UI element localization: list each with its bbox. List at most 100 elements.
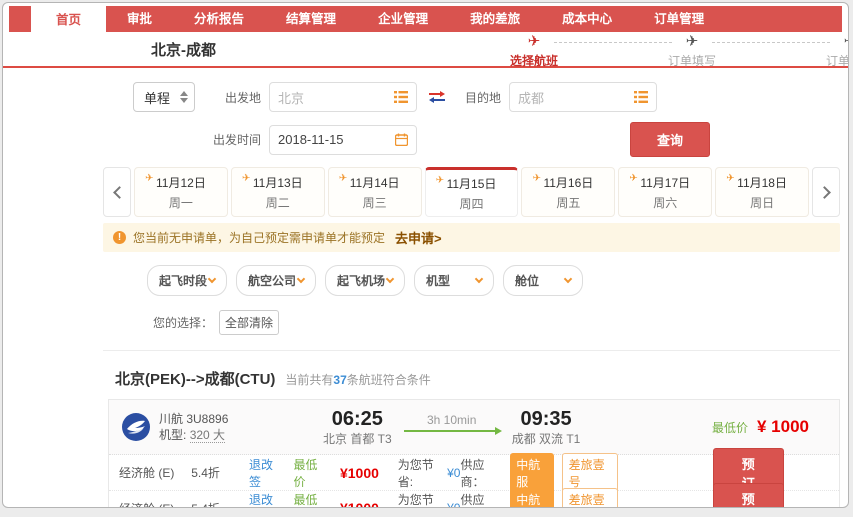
plane-icon: ✈ (436, 175, 444, 186)
chevron-down-icon (208, 275, 216, 283)
depart-date-input[interactable] (278, 132, 395, 147)
to-label: 目的地 (457, 89, 501, 106)
date-strip: ✈ 11月12日 周一 ✈ 11月13日 周二 ✈ 11月14日 周三 ✈ 11… (103, 167, 840, 217)
booking-steps: ✈ 选择航班 ✈ 订单填写 ✈ 订单完成 (506, 34, 849, 69)
main-content: 单程 出发地 目的地 (3, 68, 848, 508)
from-input[interactable] (278, 90, 394, 105)
chevron-left-icon (113, 186, 126, 199)
flight-main-row: 川航 3U8896 机型: 320 大 06:25 北京 首都 T3 3h 10… (109, 400, 839, 455)
discount: 5.4折 (191, 500, 249, 509)
notice-text: 您当前无申请单，为自己预定需申请单才能预定 (133, 229, 385, 246)
filter-depart-airport[interactable]: 起飞机场 (325, 265, 405, 296)
fare-row: 经济舱 (E) 5.4折 退改签 最低价 ¥1000 为您节省: ¥0 供应商：… (109, 490, 839, 508)
supplier-badge-selected[interactable]: 中航服 (510, 453, 553, 493)
chevron-down-icon (564, 275, 572, 283)
date-tab-nov14[interactable]: ✈ 11月14日 周三 (328, 167, 422, 217)
filter-cabin-class[interactable]: 舱位 (503, 265, 583, 296)
nav-item-analysis-report[interactable]: 分析报告 (173, 6, 265, 32)
plane-icon: ✈ (844, 34, 849, 50)
list-icon[interactable] (634, 91, 648, 103)
apply-link[interactable]: 去申请> (395, 228, 442, 247)
save-label: 为您节省: (398, 491, 444, 508)
depart-airport: 北京 首都 T3 (323, 430, 392, 447)
flight-arrow-icon (404, 430, 500, 432)
depart-time: 06:25 (323, 408, 392, 430)
filter-depart-time[interactable]: 起飞时段 (147, 265, 227, 296)
calendar-icon[interactable] (395, 133, 408, 146)
nav-item-order-management[interactable]: 订单管理 (633, 6, 725, 32)
list-icon[interactable] (394, 91, 408, 103)
app-window: 首页 审批 分析报告 结算管理 企业管理 我的差旅 成本中心 订单管理 北京-成… (2, 2, 849, 508)
info-icon: ! (113, 231, 126, 244)
chevron-right-icon (818, 186, 831, 199)
plane-icon: ✈ (145, 173, 153, 184)
airline-text: 川航 3U8896 机型: 320 大 (159, 411, 228, 443)
depart-date-label: 出发时间 (195, 131, 261, 148)
trip-type-select[interactable]: 单程 (133, 82, 195, 112)
trip-type-value: 单程 (144, 88, 170, 107)
nav-item-approval[interactable]: 审批 (106, 6, 173, 32)
cabin-class: 经济舱 (E) (109, 500, 191, 509)
supplier-badge[interactable]: 差旅壹号 (562, 488, 618, 508)
chevron-down-icon (386, 275, 394, 283)
date-input-box (269, 125, 417, 155)
chevron-down-icon (475, 275, 483, 283)
page-header: 北京-成都 ✈ 选择航班 ✈ 订单填写 ✈ 订单完成 (3, 32, 848, 68)
route-title: 北京(PEK)-->成都(CTU) (115, 368, 275, 389)
supplier-label: 供应商： (460, 491, 502, 508)
flight-count: 当前共有37条航班符合条件 (285, 371, 430, 388)
lowest-price-value: ¥ 1000 (757, 417, 809, 437)
save-value: ¥0 (447, 501, 460, 508)
date-tab-nov17[interactable]: ✈ 11月17日 周六 (618, 167, 712, 217)
nav-item-my-travel[interactable]: 我的差旅 (449, 6, 541, 32)
filter-airline[interactable]: 航空公司 (236, 265, 316, 296)
selection-label: 您的选择： (153, 314, 213, 331)
date-tab-nov15-active[interactable]: ✈ 11月15日 周四 (425, 167, 519, 217)
refund-policy-link[interactable]: 退改签 (249, 491, 282, 508)
nav-item-settlement[interactable]: 结算管理 (265, 6, 357, 32)
step-connector (712, 42, 830, 43)
date-tab-nov18[interactable]: ✈ 11月18日 周日 (715, 167, 809, 217)
from-label: 出发地 (195, 89, 261, 106)
save-value: ¥0 (447, 466, 460, 480)
discount: 5.4折 (191, 464, 249, 481)
lowest-price-block: 最低价 ¥ 1000 (712, 417, 809, 437)
supplier-group: 供应商： 中航服 差旅壹号 (460, 453, 617, 493)
supplier-badge[interactable]: 差旅壹号 (562, 453, 618, 493)
refund-policy-link[interactable]: 退改签 (249, 456, 282, 490)
airline-logo-icon (121, 412, 151, 442)
date-tab-nov12[interactable]: ✈ 11月12日 周一 (134, 167, 228, 217)
plane-icon: ✈ (528, 34, 541, 50)
prev-dates-button[interactable] (103, 167, 131, 217)
date-tab-nov16[interactable]: ✈ 11月16日 周五 (521, 167, 615, 217)
page-title: 北京-成都 (151, 39, 216, 60)
results-header: 北京(PEK)-->成都(CTU) 当前共有37条航班符合条件 (103, 368, 840, 389)
nav-item-cost-center[interactable]: 成本中心 (541, 6, 633, 32)
lowest-price-label: 最低价 (712, 419, 748, 436)
to-input[interactable] (518, 90, 634, 105)
book-button[interactable]: 预订 (713, 483, 784, 508)
swap-cities-icon[interactable] (429, 91, 445, 103)
step-select-flight: ✈ 选择航班 (506, 34, 562, 69)
plane-icon: ✈ (242, 173, 250, 184)
step-order-complete: ✈ 订单完成 (822, 34, 849, 69)
search-button[interactable]: 查询 (630, 122, 710, 157)
clear-all-button[interactable]: 全部清除 (219, 310, 279, 335)
duration-text: 3h 10min (404, 413, 500, 427)
fare-price: ¥1000 (340, 500, 398, 508)
chevron-down-icon (297, 275, 305, 283)
supplier-badge-selected[interactable]: 中航服 (510, 488, 553, 508)
supplier-group: 供应商： 中航服 差旅壹号 (460, 488, 617, 508)
step-fill-order: ✈ 订单填写 (664, 34, 720, 69)
departure-block: 06:25 北京 首都 T3 (323, 408, 392, 447)
cabin-class: 经济舱 (E) (109, 464, 191, 481)
duration-block: 3h 10min (404, 413, 500, 442)
search-form-row-1: 单程 出发地 目的地 (103, 82, 840, 112)
arrive-time: 09:35 (512, 408, 581, 430)
next-dates-button[interactable] (812, 167, 840, 217)
date-tab-nov13[interactable]: ✈ 11月13日 周二 (231, 167, 325, 217)
filter-aircraft-type[interactable]: 机型 (414, 265, 494, 296)
arrival-block: 09:35 成都 双流 T1 (512, 408, 581, 447)
from-input-box (269, 82, 417, 112)
nav-item-enterprise[interactable]: 企业管理 (357, 6, 449, 32)
